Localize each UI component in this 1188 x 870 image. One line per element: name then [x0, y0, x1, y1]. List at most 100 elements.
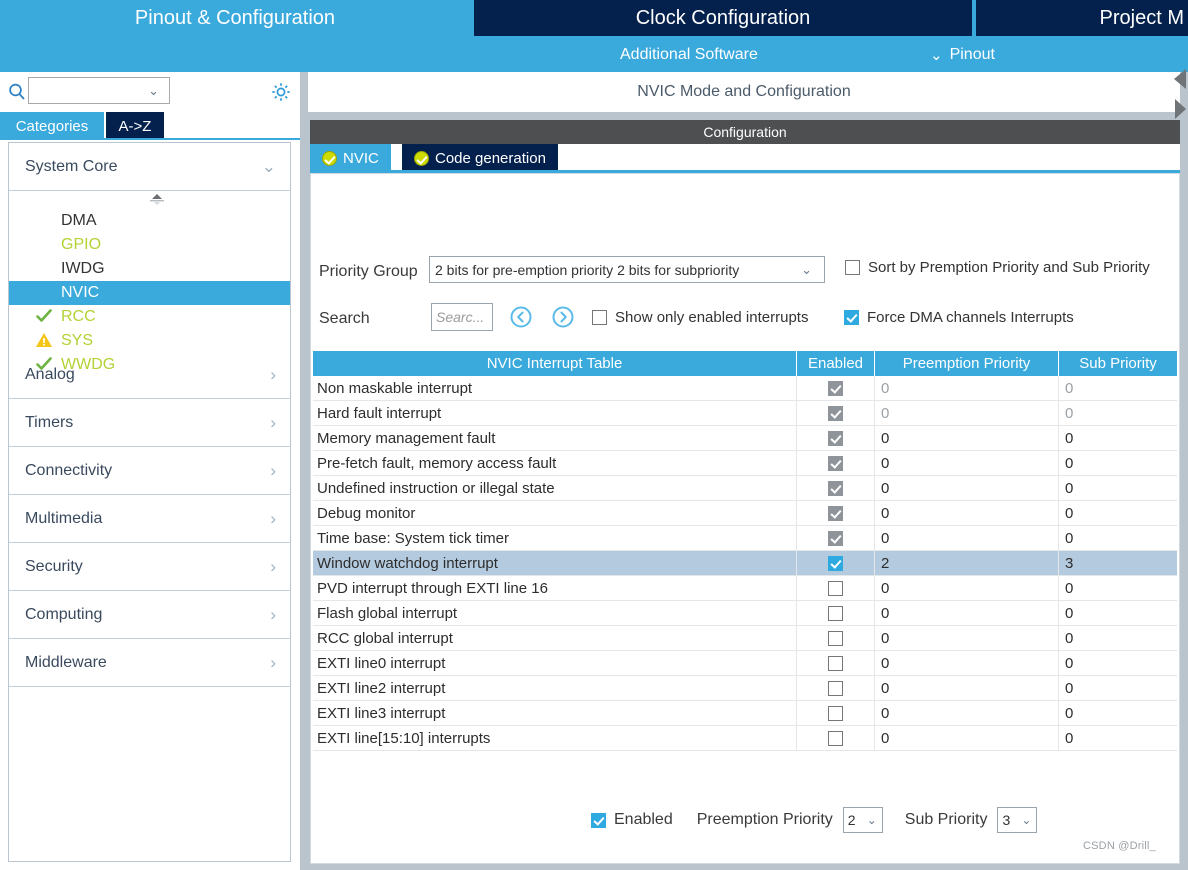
tree-group-middleware[interactable]: Middleware ›	[9, 639, 290, 687]
force-dma-checkbox[interactable]	[844, 310, 859, 325]
priority-group-select[interactable]: 2 bits for pre-emption priority 2 bits f…	[429, 256, 825, 283]
preemption-cell[interactable]: 0	[875, 526, 1059, 550]
table-row[interactable]: Pre-fetch fault, memory access fault 0 0	[313, 451, 1177, 476]
enabled-cell[interactable]	[797, 726, 875, 750]
ip-item-iwdg[interactable]: IWDG	[9, 257, 290, 281]
sub-priority-cell[interactable]: 3	[1059, 551, 1177, 575]
table-row[interactable]: EXTI line0 interrupt 0 0	[313, 651, 1177, 676]
tree-group-security[interactable]: Security ›	[9, 543, 290, 591]
sub-priority-cell[interactable]: 0	[1059, 476, 1177, 500]
gear-icon[interactable]	[269, 80, 293, 104]
sort-by-priority-checkbox[interactable]	[845, 260, 860, 275]
ip-item-dma[interactable]: DMA	[9, 209, 290, 233]
ip-search-input[interactable]: ⌄	[28, 77, 170, 104]
expand-right-arrow-icon[interactable]	[1172, 98, 1188, 120]
enabled-cell[interactable]	[797, 651, 875, 675]
sort-by-priority-row[interactable]: Sort by Premption Priority and Sub Prior…	[845, 259, 1150, 276]
enabled-cell[interactable]	[797, 451, 875, 475]
preemption-cell[interactable]: 0	[875, 701, 1059, 725]
preemption-cell[interactable]: 0	[875, 676, 1059, 700]
collapse-left-arrow-icon[interactable]	[1172, 68, 1188, 90]
preemption-cell[interactable]: 2	[875, 551, 1059, 575]
column-header-enabled[interactable]: Enabled	[797, 351, 875, 376]
sub-priority-cell[interactable]: 0	[1059, 426, 1177, 450]
ip-item-gpio[interactable]: GPIO	[9, 233, 290, 257]
enabled-cell[interactable]	[797, 401, 875, 425]
ip-item-rcc[interactable]: RCC	[9, 305, 290, 329]
tab-project-manager[interactable]: Project M	[976, 0, 1188, 36]
sub-priority-cell[interactable]: 0	[1059, 676, 1177, 700]
enabled-cell[interactable]	[797, 626, 875, 650]
table-row[interactable]: Memory management fault 0 0	[313, 426, 1177, 451]
tab-pinout-and-configuration[interactable]: Pinout & Configuration	[0, 0, 470, 36]
show-only-enabled-checkbox[interactable]	[592, 310, 607, 325]
sub-priority-cell[interactable]: 0	[1059, 651, 1177, 675]
table-row[interactable]: Flash global interrupt 0 0	[313, 601, 1177, 626]
enabled-cell[interactable]	[797, 601, 875, 625]
table-row[interactable]: Undefined instruction or illegal state 0…	[313, 476, 1177, 501]
table-row[interactable]: PVD interrupt through EXTI line 16 0 0	[313, 576, 1177, 601]
ip-item-nvic[interactable]: NVIC	[9, 281, 290, 305]
table-row[interactable]: EXTI line3 interrupt 0 0	[313, 701, 1177, 726]
preemption-cell[interactable]: 0	[875, 501, 1059, 525]
force-dma-row[interactable]: Force DMA channels Interrupts	[844, 309, 1074, 326]
scroll-up-indicator[interactable]	[149, 193, 165, 207]
tree-group-computing[interactable]: Computing ›	[9, 591, 290, 639]
sub-priority-cell[interactable]: 0	[1059, 401, 1177, 425]
sub-priority-cell[interactable]: 0	[1059, 726, 1177, 750]
preemption-cell[interactable]: 0	[875, 426, 1059, 450]
bottom-preemption-select[interactable]: 2 ⌄	[842, 807, 883, 833]
tab-nvic[interactable]: NVIC	[310, 144, 391, 172]
tree-group-connectivity[interactable]: Connectivity ›	[9, 447, 290, 495]
tab-code-generation[interactable]: Code generation	[402, 144, 558, 172]
column-header-interrupt-name[interactable]: NVIC Interrupt Table	[313, 351, 797, 376]
enabled-cell[interactable]	[797, 476, 875, 500]
enabled-cell[interactable]	[797, 701, 875, 725]
sidebar-tab-categories[interactable]: Categories	[0, 112, 104, 140]
subtab-pinout[interactable]: ⌄ Pinout	[930, 40, 995, 70]
table-row[interactable]: Non maskable interrupt 0 0	[313, 376, 1177, 401]
preemption-cell[interactable]: 0	[875, 601, 1059, 625]
show-only-enabled-row[interactable]: Show only enabled interrupts	[592, 309, 808, 326]
sub-priority-cell[interactable]: 0	[1059, 526, 1177, 550]
enabled-cell[interactable]	[797, 526, 875, 550]
enabled-cell[interactable]	[797, 501, 875, 525]
sub-priority-cell[interactable]: 0	[1059, 626, 1177, 650]
sub-priority-cell[interactable]: 0	[1059, 376, 1177, 400]
sub-priority-cell[interactable]: 0	[1059, 701, 1177, 725]
sub-priority-cell[interactable]: 0	[1059, 501, 1177, 525]
preemption-cell[interactable]: 0	[875, 476, 1059, 500]
search-next-button[interactable]	[551, 305, 575, 329]
table-row[interactable]: Hard fault interrupt 0 0	[313, 401, 1177, 426]
search-prev-button[interactable]	[509, 305, 533, 329]
preemption-cell[interactable]: 0	[875, 726, 1059, 750]
enabled-cell[interactable]	[797, 576, 875, 600]
nvic-search-input[interactable]: Searc...	[431, 303, 493, 331]
sub-priority-cell[interactable]: 0	[1059, 576, 1177, 600]
preemption-cell[interactable]: 0	[875, 401, 1059, 425]
preemption-cell[interactable]: 0	[875, 376, 1059, 400]
sidebar-tab-a-to-z[interactable]: A->Z	[106, 112, 164, 140]
bottom-sub-priority-select[interactable]: 3 ⌄	[997, 807, 1038, 833]
enabled-cell[interactable]	[797, 376, 875, 400]
table-row[interactable]: EXTI line[15:10] interrupts 0 0	[313, 726, 1177, 751]
table-row-selected[interactable]: Window watchdog interrupt 2 3	[313, 551, 1177, 576]
bottom-enabled-checkbox[interactable]	[591, 812, 606, 828]
table-row[interactable]: Debug monitor 0 0	[313, 501, 1177, 526]
tree-group-system-core[interactable]: System Core ⌄	[9, 143, 290, 191]
table-row[interactable]: Time base: System tick timer 0 0	[313, 526, 1177, 551]
tree-group-multimedia[interactable]: Multimedia ›	[9, 495, 290, 543]
preemption-cell[interactable]: 0	[875, 651, 1059, 675]
column-header-preemption[interactable]: Preemption Priority	[875, 351, 1059, 376]
table-row[interactable]: RCC global interrupt 0 0	[313, 626, 1177, 651]
tree-group-timers[interactable]: Timers ›	[9, 399, 290, 447]
preemption-cell[interactable]: 0	[875, 451, 1059, 475]
preemption-cell[interactable]: 0	[875, 576, 1059, 600]
sub-priority-cell[interactable]: 0	[1059, 601, 1177, 625]
enabled-cell[interactable]	[797, 551, 875, 575]
preemption-cell[interactable]: 0	[875, 626, 1059, 650]
sub-priority-cell[interactable]: 0	[1059, 451, 1177, 475]
ip-item-sys[interactable]: SYS	[9, 329, 290, 353]
tab-clock-configuration[interactable]: Clock Configuration	[474, 0, 972, 36]
subtab-additional-software[interactable]: Additional Software	[620, 40, 758, 70]
